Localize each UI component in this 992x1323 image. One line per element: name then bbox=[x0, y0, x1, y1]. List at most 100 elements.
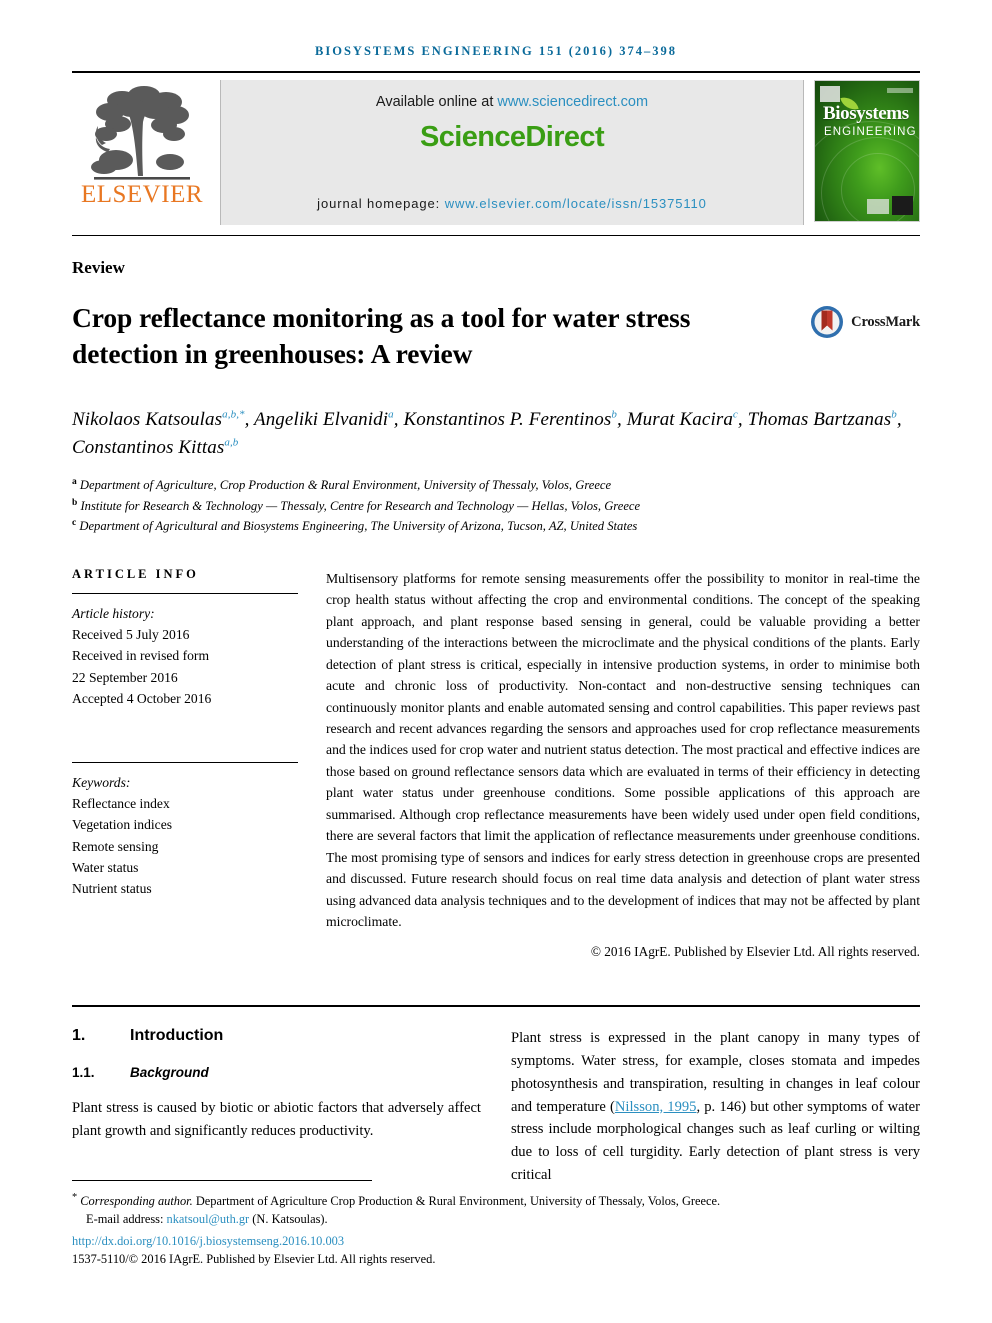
section-number: 1. bbox=[72, 1027, 86, 1045]
keywords-block: Keywords: Reflectance index Vegetation i… bbox=[72, 772, 298, 899]
corresponding-author-label: Corresponding author. bbox=[80, 1193, 193, 1208]
subsection-heading: 1.1. Background bbox=[72, 1065, 481, 1080]
article-info-divider-keywords bbox=[72, 762, 298, 763]
sciencedirect-link[interactable]: www.sciencedirect.com bbox=[497, 94, 648, 110]
cover-subtitle: ENGINEERING bbox=[824, 126, 917, 138]
page-footer: * Corresponding author. Department of Ag… bbox=[72, 1179, 920, 1267]
email-owner: (N. Katsoulas). bbox=[252, 1212, 328, 1227]
article-info-heading: ARTICLE INFO bbox=[72, 566, 199, 581]
keyword-item: Reflectance index bbox=[72, 796, 170, 812]
available-online-label: Available online at bbox=[375, 94, 494, 110]
email-line: E-mail address: nkatsoul@uth.gr (N. Kats… bbox=[72, 1210, 920, 1229]
corresponding-marker: * bbox=[72, 1191, 78, 1203]
affiliation-marker: b bbox=[72, 497, 78, 508]
article-info-column: ARTICLE INFO Article history: Received 5… bbox=[72, 567, 298, 963]
issn-copyright-line: 1537-5110/© 2016 IAgrE. Published by Els… bbox=[72, 1252, 436, 1266]
journal-article-page: BIOSYSTEMS ENGINEERING 151 (2016) 374–39… bbox=[0, 0, 992, 1323]
cover-issn-code bbox=[887, 88, 913, 93]
available-online-line: Available online at www.sciencedirect.co… bbox=[376, 94, 648, 110]
cover-square-badge-icon bbox=[892, 196, 913, 215]
crossmark-icon bbox=[811, 306, 844, 338]
author-affiliation-marker: c bbox=[732, 408, 738, 421]
article-info-divider-top bbox=[72, 592, 298, 594]
article-type: Review bbox=[72, 258, 125, 277]
crossmark-badge[interactable]: CrossMark bbox=[809, 300, 920, 340]
corresponding-author-note: * Corresponding author. Department of Ag… bbox=[72, 1190, 920, 1229]
journal-cover-block: Biosystems ENGINEERING bbox=[812, 80, 920, 225]
affiliation-list: a Department of Agriculture, Crop Produc… bbox=[72, 475, 920, 537]
cover-logo-badge-icon bbox=[867, 199, 889, 214]
footer-divider bbox=[72, 1179, 372, 1181]
keyword-item: Remote sensing bbox=[72, 838, 159, 854]
affiliation-marker: a bbox=[72, 477, 77, 488]
article-history-item: Received 5 July 2016 bbox=[72, 627, 190, 643]
journal-homepage-line: journal homepage: www.elsevier.com/locat… bbox=[317, 196, 707, 211]
author-name: Murat Kacira bbox=[626, 408, 733, 430]
doi-line: http://dx.doi.org/10.1016/j.biosystemsen… bbox=[72, 1234, 920, 1249]
author-affiliation-marker: b bbox=[891, 408, 897, 421]
masthead: ELSEVIER Available online at www.science… bbox=[72, 71, 920, 225]
affiliation-text: Institute for Research & Technology — Th… bbox=[80, 499, 641, 514]
citation-link[interactable]: Nilsson, 1995 bbox=[615, 1099, 697, 1115]
author-name: Konstantinos P. Ferentinos bbox=[403, 408, 612, 430]
keyword-item: Nutrient status bbox=[72, 881, 152, 897]
author-list: Nikolaos Katsoulasa,b,*, Angeliki Elvani… bbox=[72, 408, 902, 459]
body-column-left: 1. Introduction 1.1. Background Plant st… bbox=[72, 1027, 481, 1186]
article-history-item: 22 September 2016 bbox=[72, 669, 178, 685]
sciencedirect-logo: ScienceDirect bbox=[419, 121, 605, 153]
affiliation-item: c Department of Agricultural and Biosyst… bbox=[72, 516, 920, 537]
cover-title: Biosystems bbox=[823, 103, 909, 124]
body-columns: 1. Introduction 1.1. Background Plant st… bbox=[72, 1027, 920, 1186]
affiliation-marker: c bbox=[72, 518, 77, 529]
author-affiliation-marker: a bbox=[388, 408, 394, 421]
article-history-item: Accepted 4 October 2016 bbox=[72, 690, 212, 706]
section-heading: 1. Introduction bbox=[72, 1027, 481, 1045]
journal-homepage-label: journal homepage: bbox=[317, 196, 441, 211]
subsection-title: Background bbox=[130, 1065, 209, 1081]
affiliation-item: b Institute for Research & Technology — … bbox=[72, 496, 920, 517]
abstract-text: Multisensory platforms for remote sensin… bbox=[326, 570, 920, 929]
body-paragraph: Plant stress is caused by biotic or abio… bbox=[72, 1100, 481, 1139]
keyword-item: Vegetation indices bbox=[72, 817, 173, 833]
keyword-item: Water status bbox=[72, 859, 139, 875]
running-head: BIOSYSTEMS ENGINEERING 151 (2016) 374–39… bbox=[315, 44, 677, 58]
article-history-label: Article history: bbox=[72, 605, 155, 621]
author-affiliation-marker: b bbox=[611, 408, 617, 421]
subsection-number: 1.1. bbox=[72, 1065, 95, 1081]
info-abstract-region: ARTICLE INFO Article history: Received 5… bbox=[72, 567, 920, 963]
body-paragraph: Plant stress is expressed in the plant c… bbox=[511, 1027, 920, 1186]
cover-publisher-badge-icon bbox=[820, 86, 840, 102]
section-title: Introduction bbox=[130, 1027, 224, 1045]
elsevier-wordmark: ELSEVIER bbox=[80, 181, 204, 208]
article-history-item: Received in revised form bbox=[72, 648, 210, 664]
doi-link[interactable]: http://dx.doi.org/10.1016/j.biosystemsen… bbox=[72, 1234, 344, 1248]
body-divider bbox=[72, 1005, 920, 1008]
elsevier-logo-block: ELSEVIER bbox=[72, 80, 212, 225]
body-column-right: Plant stress is expressed in the plant c… bbox=[511, 1027, 920, 1186]
affiliation-text: Department of Agricultural and Biosystem… bbox=[79, 519, 638, 534]
elsevier-tree-icon bbox=[91, 86, 190, 180]
article-info-spacer bbox=[72, 709, 298, 751]
affiliation-item: a Department of Agriculture, Crop Produc… bbox=[72, 475, 920, 496]
abstract-column: Multisensory platforms for remote sensin… bbox=[326, 567, 920, 963]
corresponding-author-address: Department of Agriculture Crop Productio… bbox=[192, 1193, 721, 1208]
journal-cover-image: Biosystems ENGINEERING bbox=[814, 80, 920, 222]
keywords-label: Keywords: bbox=[72, 775, 131, 790]
author-name: Nikolaos Katsoulas bbox=[72, 408, 223, 430]
page-title: Crop reflectance monitoring as a tool fo… bbox=[72, 302, 691, 369]
journal-homepage-link[interactable]: www.elsevier.com/locate/issn/15375110 bbox=[445, 196, 707, 211]
author-name: Constantinos Kittas bbox=[72, 437, 225, 459]
author-name: Angeliki Elvanidi bbox=[254, 408, 389, 430]
author-affiliation-marker: a,b bbox=[224, 437, 239, 450]
author-affiliation-marker: a,b,* bbox=[222, 408, 245, 421]
sciencedirect-banner: Available online at www.sciencedirect.co… bbox=[220, 80, 804, 225]
masthead-divider bbox=[72, 235, 920, 236]
abstract-copyright: © 2016 IAgrE. Published by Elsevier Ltd.… bbox=[590, 944, 920, 960]
affiliation-text: Department of Agriculture, Crop Producti… bbox=[79, 478, 612, 493]
author-name: Thomas Bartzanas bbox=[747, 408, 892, 430]
email-label: E-mail address: bbox=[86, 1212, 164, 1227]
article-history-block: Article history: Received 5 July 2016 Re… bbox=[72, 603, 298, 709]
email-link[interactable]: nkatsoul@uth.gr bbox=[167, 1212, 250, 1226]
title-row: Crop reflectance monitoring as a tool fo… bbox=[72, 300, 920, 372]
crossmark-label: CrossMark bbox=[851, 313, 920, 330]
